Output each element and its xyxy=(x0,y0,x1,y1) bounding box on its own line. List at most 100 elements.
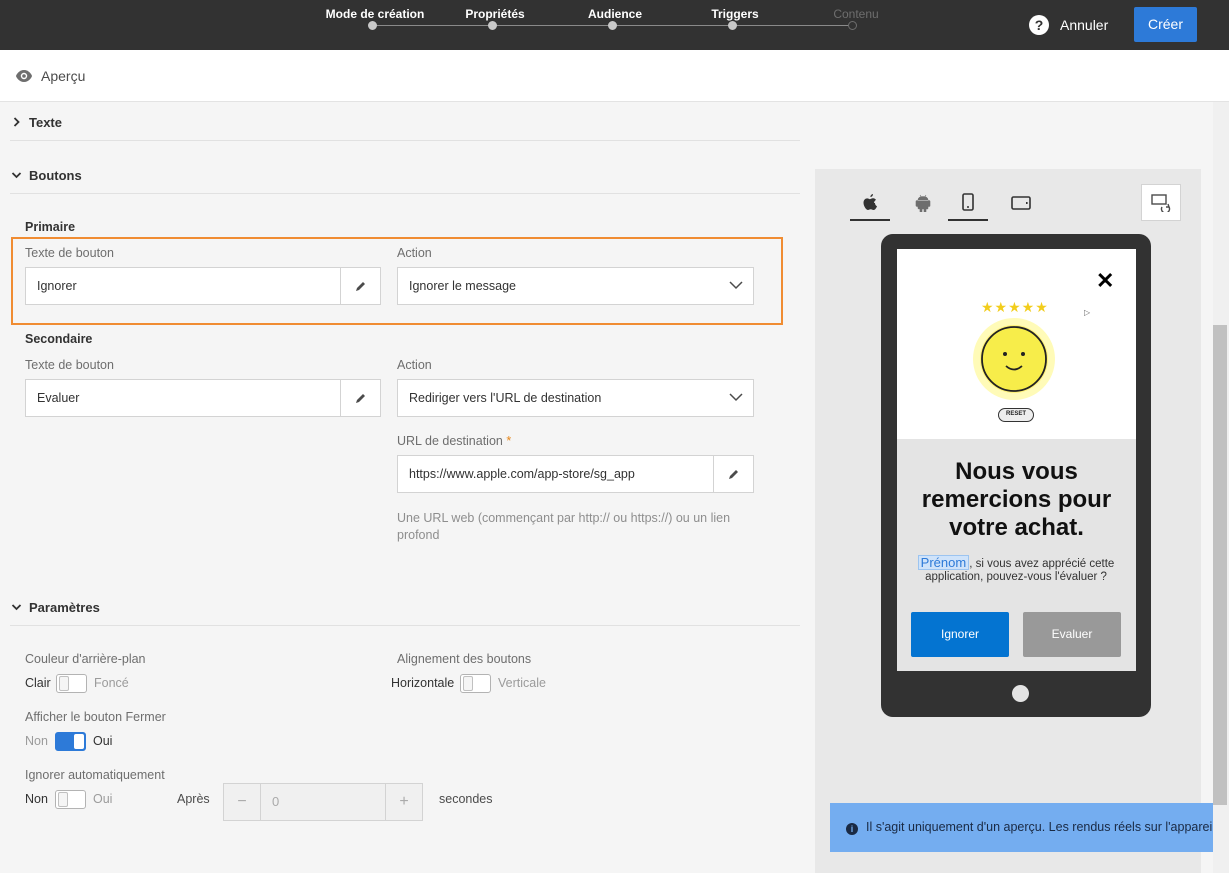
tab-phone-portrait[interactable] xyxy=(948,185,988,221)
alignment-option-vertical: Verticale xyxy=(498,676,546,690)
apple-icon xyxy=(863,194,877,210)
tab-tablet-landscape[interactable] xyxy=(1001,185,1041,221)
show-close-label: Afficher le bouton Fermer xyxy=(25,710,166,724)
wizard-dot-properties[interactable] xyxy=(488,21,497,30)
seconds-value[interactable]: 0 xyxy=(272,784,279,820)
after-label: Après xyxy=(177,792,210,806)
seconds-unit: secondes xyxy=(439,792,493,806)
secondary-text-input[interactable]: Evaluer xyxy=(25,379,381,417)
secondary-action-value: Rediriger vers l'URL de destination xyxy=(409,391,602,405)
primary-text-edit-button[interactable] xyxy=(340,268,380,304)
primary-text-value: Ignorer xyxy=(37,279,77,293)
tablet-icon xyxy=(1011,196,1031,210)
auto-dismiss-option-non: Non xyxy=(25,792,48,806)
chevron-down-icon xyxy=(729,281,743,290)
create-button[interactable]: Créer xyxy=(1134,7,1197,42)
phone-home-button xyxy=(1012,685,1029,702)
url-input[interactable]: https://www.apple.com/app-store/sg_app xyxy=(397,455,754,493)
preview-title: Nous vous remercions pour votre achat. xyxy=(921,458,1112,541)
primary-action-value: Ignorer le message xyxy=(409,279,517,293)
toggle-knob xyxy=(58,792,68,807)
divider xyxy=(10,140,800,141)
section-boutons-header[interactable]: Boutons xyxy=(10,168,82,183)
bg-color-toggle[interactable] xyxy=(56,674,87,693)
preview-primary-button[interactable]: Ignorer xyxy=(911,612,1009,657)
bg-color-label: Couleur d'arrière-plan xyxy=(25,652,146,666)
seconds-stepper: − 0 + xyxy=(223,783,423,821)
url-hint: Une URL web (commençant par http:// ou h… xyxy=(397,511,731,542)
cancel-button[interactable]: Annuler xyxy=(1060,17,1108,33)
android-icon xyxy=(915,194,931,212)
divider xyxy=(10,193,800,194)
rotate-preview-button[interactable] xyxy=(1141,184,1181,221)
divider xyxy=(10,625,800,626)
pencil-icon xyxy=(728,470,738,479)
wizard-step-audience[interactable]: Audience xyxy=(588,7,642,21)
toggle-knob xyxy=(59,676,69,691)
section-boutons-title: Boutons xyxy=(29,168,82,183)
preview-toggle-label[interactable]: Aperçu xyxy=(41,68,85,84)
secondary-action-select[interactable]: Rediriger vers l'URL de destination xyxy=(397,379,754,417)
close-icon[interactable]: ✕ xyxy=(1096,268,1114,294)
primary-text-label: Texte de bouton xyxy=(25,246,114,260)
chevron-down-icon xyxy=(11,604,22,611)
reset-badge: RESET xyxy=(998,408,1034,422)
wizard-step-properties[interactable]: Propriétés xyxy=(465,7,524,21)
secondary-text-label: Texte de bouton xyxy=(25,358,114,372)
toggle-knob xyxy=(463,676,473,691)
secondary-text-value: Evaluer xyxy=(37,391,80,405)
preview-body: Prénom, si vous avez apprécié cette appl… xyxy=(905,555,1127,584)
section-parametres-header[interactable]: Paramètres xyxy=(10,600,100,615)
alignment-toggle[interactable] xyxy=(460,674,491,693)
wizard-dot-triggers[interactable] xyxy=(728,21,737,30)
section-texte-title: Texte xyxy=(29,115,62,130)
bg-option-fonce: Foncé xyxy=(94,676,129,690)
section-texte-header[interactable]: Texte xyxy=(10,115,62,130)
section-parametres-title: Paramètres xyxy=(29,600,100,615)
url-value: https://www.apple.com/app-store/sg_app xyxy=(409,467,635,481)
top-bar: Mode de création Propriétés Audience Tri… xyxy=(0,0,1229,50)
auto-dismiss-option-oui: Oui xyxy=(93,792,113,806)
preview-header xyxy=(0,50,1229,102)
personalization-token[interactable]: Prénom xyxy=(917,555,970,570)
url-edit-button[interactable] xyxy=(713,456,753,492)
pencil-icon xyxy=(355,282,365,291)
wizard-step-mode[interactable]: Mode de création xyxy=(326,7,425,21)
secondary-text-edit-button[interactable] xyxy=(340,380,380,416)
phone-icon xyxy=(962,193,974,211)
primary-action-select[interactable]: Ignorer le message xyxy=(397,267,754,305)
wizard-step-triggers[interactable]: Triggers xyxy=(711,7,758,21)
info-icon: i xyxy=(846,823,858,835)
rotate-icon xyxy=(1151,193,1171,212)
tab-android[interactable] xyxy=(903,185,943,221)
smiley-icon xyxy=(973,318,1055,400)
cursor-icon: ▷ xyxy=(1084,308,1091,317)
required-marker: * xyxy=(506,434,512,448)
preview-secondary-button[interactable]: Evaluer xyxy=(1023,612,1121,657)
auto-dismiss-label: Ignorer automatiquement xyxy=(25,768,165,782)
show-close-option-oui: Oui xyxy=(93,734,113,748)
primary-text-input[interactable]: Ignorer xyxy=(25,267,381,305)
preview-info-text: Il s'agit uniquement d'un aperçu. Les re… xyxy=(866,820,1216,834)
decrement-button[interactable]: − xyxy=(224,784,261,820)
bg-option-clair: Clair xyxy=(25,676,51,690)
pencil-icon xyxy=(355,394,365,403)
url-label-text: URL de destination xyxy=(397,434,503,448)
eye-icon[interactable] xyxy=(15,69,33,83)
url-label: URL de destination * xyxy=(397,434,511,448)
auto-dismiss-toggle[interactable] xyxy=(55,790,86,809)
scrollbar-thumb[interactable] xyxy=(1213,325,1227,805)
tab-ios[interactable] xyxy=(850,185,890,221)
toggle-knob xyxy=(74,734,84,749)
wizard-dot-audience[interactable] xyxy=(608,21,617,30)
increment-button[interactable]: + xyxy=(385,784,422,820)
primary-action-label: Action xyxy=(397,246,432,260)
help-icon[interactable]: ? xyxy=(1029,15,1049,35)
button-alignment-label: Alignement des boutons xyxy=(397,652,532,666)
primary-heading: Primaire xyxy=(25,220,76,234)
wizard-dot-mode[interactable] xyxy=(368,21,377,30)
alignment-option-horizontal: Horizontale xyxy=(391,676,455,690)
secondary-heading: Secondaire xyxy=(25,332,93,346)
show-close-toggle[interactable] xyxy=(55,732,86,751)
show-close-option-non: Non xyxy=(25,734,48,748)
